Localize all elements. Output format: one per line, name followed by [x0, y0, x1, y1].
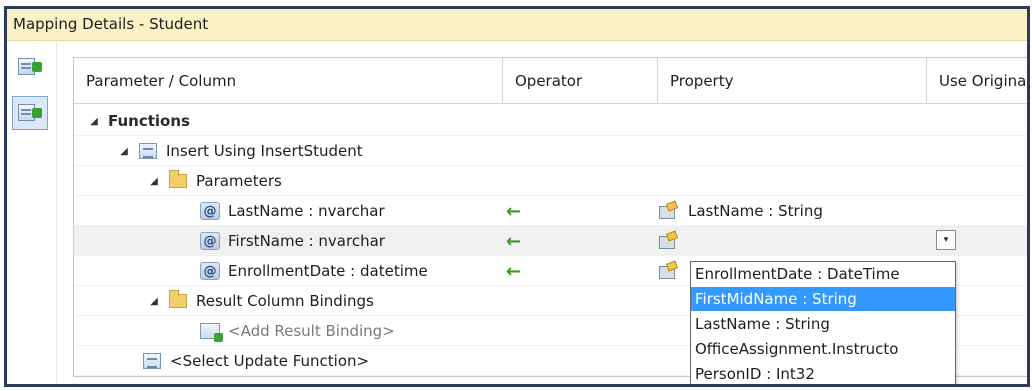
map-functions-icon	[18, 102, 42, 124]
collapse-triangle-icon[interactable]: ◢	[88, 116, 100, 127]
mapping-arrow-icon: ←	[506, 230, 522, 252]
dropdown-option[interactable]: OfficeAssignment.Instructo	[691, 337, 955, 361]
property-dropdown-button[interactable]: ▾	[936, 230, 956, 250]
mapped-property[interactable]: LastName : String	[688, 202, 823, 220]
map-entity-to-tables-button[interactable]	[12, 50, 48, 84]
column-header-operator[interactable]: Operator	[503, 58, 657, 104]
property-icon	[658, 230, 680, 250]
parameter-icon: @	[200, 262, 220, 280]
function-icon	[142, 352, 162, 370]
parameters-label: Parameters	[196, 172, 282, 190]
add-binding-icon	[200, 322, 223, 342]
parameter-row-firstname[interactable]: @ FirstName : nvarchar ← ▾	[74, 226, 1027, 256]
parameter-row-lastname[interactable]: @ LastName : nvarchar ← LastName : Strin…	[74, 196, 1027, 226]
insert-function-label: Insert Using InsertStudent	[166, 142, 363, 160]
parameter-name: LastName : nvarchar	[228, 202, 385, 220]
parameter-icon: @	[200, 232, 220, 250]
select-update-function-label[interactable]: <Select Update Function>	[170, 352, 369, 370]
map-entity-to-functions-button[interactable]	[12, 96, 48, 130]
tree-row-functions[interactable]: ◢ Functions	[74, 106, 1027, 136]
mapping-details-window: Mapping Details - Student Parameter / Co…	[4, 6, 1030, 387]
window-title: Mapping Details - Student	[7, 9, 1027, 41]
folder-icon	[168, 170, 188, 190]
folder-icon	[168, 290, 188, 310]
collapse-triangle-icon[interactable]: ◢	[148, 176, 160, 187]
dropdown-option[interactable]: EnrollmentDate : DateTime	[691, 262, 955, 286]
function-icon	[138, 142, 158, 160]
tree-row-parameters[interactable]: ◢ Parameters	[74, 166, 1027, 196]
left-toolbar	[7, 42, 57, 384]
add-result-binding-label[interactable]: <Add Result Binding>	[228, 322, 395, 340]
property-icon	[658, 260, 680, 280]
collapse-triangle-icon[interactable]: ◢	[148, 296, 160, 307]
tree-row-insert-function[interactable]: ◢ Insert Using InsertStudent	[74, 136, 1027, 166]
grid-header: Parameter / Column Operator Property Use…	[74, 58, 1027, 104]
result-bindings-label: Result Column Bindings	[196, 292, 374, 310]
column-header-use-original[interactable]: Use Origina	[927, 58, 1027, 104]
mapping-arrow-icon: ←	[506, 200, 522, 222]
property-icon	[658, 200, 680, 220]
column-header-parameter[interactable]: Parameter / Column	[74, 58, 502, 104]
chevron-down-icon: ▾	[943, 235, 949, 245]
collapse-triangle-icon[interactable]: ◢	[118, 146, 130, 157]
dropdown-option-highlighted[interactable]: FirstMidName : String	[691, 287, 955, 311]
mapping-arrow-icon: ←	[506, 260, 522, 282]
map-table-icon	[18, 56, 42, 78]
parameter-icon: @	[200, 202, 220, 220]
dropdown-option[interactable]: PersonID : Int32	[691, 362, 955, 384]
functions-label: Functions	[108, 112, 190, 130]
column-header-property[interactable]: Property	[658, 58, 926, 104]
dropdown-option[interactable]: LastName : String	[691, 312, 955, 336]
parameter-name: FirstName : nvarchar	[228, 232, 385, 250]
property-dropdown-list: EnrollmentDate : DateTime FirstMidName :…	[690, 261, 956, 384]
parameter-name: EnrollmentDate : datetime	[228, 262, 428, 280]
